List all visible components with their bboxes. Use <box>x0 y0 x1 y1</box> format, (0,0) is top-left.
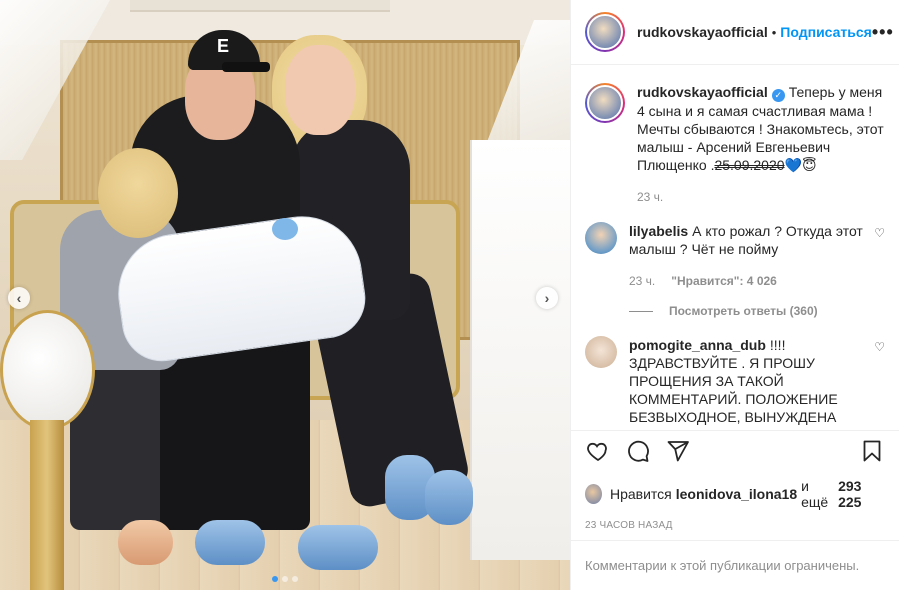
author-username[interactable]: rudkovskayaofficial <box>637 24 768 40</box>
carousel-dot <box>272 576 278 582</box>
likes-and-more: и ещё <box>801 478 829 510</box>
verified-badge-icon: ✓ <box>771 89 785 102</box>
woman-head <box>285 45 355 135</box>
like-comment-icon[interactable]: ♡ <box>874 340 885 426</box>
comment-username[interactable]: lilyabelis <box>629 223 688 239</box>
caption-username[interactable]: rudkovskayaofficial <box>637 84 768 100</box>
carousel-dots <box>0 576 570 582</box>
replies-line <box>629 310 653 312</box>
post-sidebar: rudkovskayaofficial • Подписаться ••• ru… <box>570 0 899 590</box>
comment-text-block: lilyabelis А кто рожал ? Откуда этот малы… <box>629 222 866 290</box>
round-table <box>0 310 95 430</box>
instagram-post: E ‹ › rudkovskayaofficial • Подписаться … <box>0 0 899 590</box>
carousel-dot <box>292 576 298 582</box>
follow-button[interactable]: Подписаться <box>780 24 872 40</box>
comments-list[interactable]: rudkovskayaofficial ✓ Теперь у меня 4 сына… <box>571 65 899 430</box>
shoe-cover <box>298 525 378 570</box>
view-replies-button[interactable]: Посмотреть ответы (360) <box>629 304 885 318</box>
caption-meta: 23 ч. <box>637 188 885 206</box>
caption-text-block: rudkovskayaofficial ✓ Теперь у меня 4 сына… <box>637 83 885 206</box>
comment: pomogite_anna_dub!!!! ЗДРАВСТВУЙТЕ . Я П… <box>585 336 885 426</box>
shoe-cover <box>425 470 473 525</box>
cap-letter: E <box>217 36 230 56</box>
author-avatar[interactable] <box>585 83 625 123</box>
baby-face <box>272 218 298 240</box>
likes-summary: Нравится leonidova_ilona18 и ещё 293 225 <box>571 470 899 510</box>
caption-emoji: 💙😇 <box>784 157 817 173</box>
comments-restricted-notice: Комментарии к этой публикации ограничены… <box>571 540 899 590</box>
post-photo[interactable]: E ‹ › <box>0 0 570 590</box>
shoe-cover <box>195 520 265 565</box>
comment: lilyabelis А кто рожал ? Откуда этот малы… <box>585 222 885 290</box>
crib <box>470 140 570 560</box>
comment-likes[interactable]: "Нравится": 4 026 <box>671 272 777 290</box>
liker-avatar[interactable] <box>585 484 602 504</box>
post-header: rudkovskayaofficial • Подписаться ••• <box>571 0 899 65</box>
action-bar <box>571 430 899 470</box>
separator-dot: • <box>771 24 777 40</box>
comment-meta: 23 ч. "Нравится": 4 026 <box>629 272 866 290</box>
sneaker <box>118 520 173 565</box>
post-timestamp[interactable]: 23 ЧАСОВ НАЗАД <box>571 510 899 540</box>
comment-icon[interactable] <box>625 438 651 464</box>
commenter-avatar[interactable] <box>585 336 617 368</box>
caption-date: 25.09.2020 <box>714 157 785 173</box>
commenter-avatar[interactable] <box>585 222 617 254</box>
author-avatar[interactable] <box>585 12 625 52</box>
bookmark-icon[interactable] <box>859 438 885 464</box>
caption: rudkovskayaofficial ✓ Теперь у меня 4 сына… <box>585 83 885 206</box>
more-options-icon[interactable]: ••• <box>872 22 894 43</box>
likes-prefix: Нравится <box>609 486 672 502</box>
liker-username[interactable]: leonidova_ilona18 <box>676 486 797 502</box>
boy-head <box>98 148 178 238</box>
ceiling-trim <box>130 0 390 12</box>
cap-brim <box>222 62 270 72</box>
view-replies-label: Посмотреть ответы (360) <box>669 304 818 318</box>
prev-photo-button[interactable]: ‹ <box>8 287 30 309</box>
heart-icon[interactable] <box>585 438 611 464</box>
comment-username[interactable]: pomogite_anna_dub <box>629 337 766 353</box>
comment-time[interactable]: 23 ч. <box>629 272 655 290</box>
share-icon[interactable] <box>665 438 691 464</box>
carousel-dot <box>282 576 288 582</box>
like-comment-icon[interactable]: ♡ <box>874 226 885 290</box>
next-photo-button[interactable]: › <box>536 287 558 309</box>
caption-time[interactable]: 23 ч. <box>637 188 663 206</box>
comment-text-block: pomogite_anna_dub!!!! ЗДРАВСТВУЙТЕ . Я П… <box>629 336 866 426</box>
table-leg <box>30 420 64 590</box>
likes-count[interactable]: 293 225 <box>838 478 881 510</box>
